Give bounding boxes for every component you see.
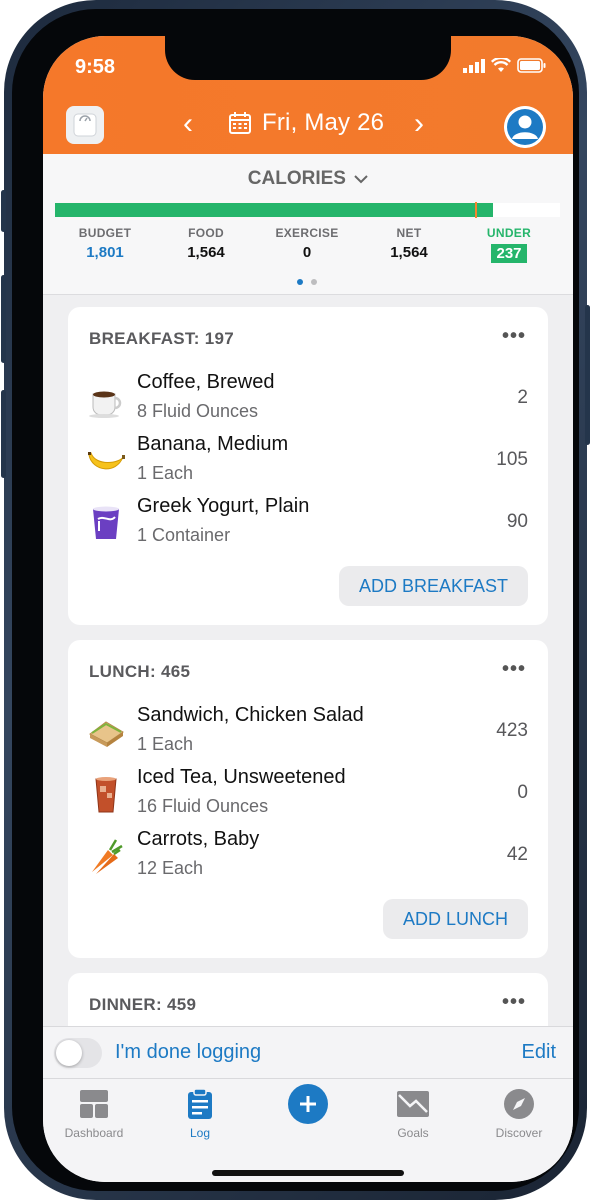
side-button <box>1 190 6 232</box>
wifi-icon <box>491 58 511 72</box>
meal-card-breakfast: BREAKFAST: 197 ••• Coffee, Brewed 8 Flui… <box>68 307 548 625</box>
tab-discover[interactable]: Discover <box>474 1087 564 1140</box>
tab-log[interactable]: Log <box>155 1087 245 1140</box>
carrot-icon <box>92 839 123 874</box>
food-item[interactable]: Greek Yogurt, Plain 1 Container 90 <box>68 495 548 557</box>
chevron-down-icon <box>354 175 368 184</box>
plus-icon <box>300 1096 316 1112</box>
more-options-button[interactable]: ••• <box>502 658 526 681</box>
meal-title: DINNER: 459 <box>89 995 197 1014</box>
food-serving: 12 Each <box>137 858 204 878</box>
more-options-button[interactable]: ••• <box>502 325 526 348</box>
meal-card-lunch: LUNCH: 465 ••• Sandwich, Chicken Salad 1… <box>68 640 548 958</box>
food-item[interactable]: Carrots, Baby 12 Each 42 <box>68 828 548 890</box>
signal-icon <box>463 58 485 73</box>
food-serving: 1 Each <box>137 463 194 483</box>
meal-title: BREAKFAST: 197 <box>89 329 234 348</box>
food-calories: 90 <box>506 511 528 532</box>
more-options-button[interactable]: ••• <box>502 991 526 1014</box>
clipboard-icon <box>188 1088 212 1119</box>
add-breakfast-button[interactable]: ADD BREAKFAST <box>338 566 528 606</box>
next-day-button[interactable]: › <box>414 109 424 139</box>
stat-food: FOOD 1,564 <box>187 226 225 261</box>
status-time: 9:58 <box>75 56 116 78</box>
calendar-icon <box>229 112 251 134</box>
sandwich-icon <box>89 721 124 747</box>
meal-title: LUNCH: 465 <box>89 662 191 681</box>
food-item[interactable]: Coffee, Brewed 8 Fluid Ounces 2 <box>68 371 548 433</box>
calorie-progress-fill <box>55 203 493 217</box>
power-button <box>585 305 590 445</box>
food-item[interactable]: Iced Tea, Unsweetened 16 Fluid Ounces 0 <box>68 766 548 828</box>
food-calories: 423 <box>496 720 528 741</box>
food-calories: 2 <box>517 387 528 408</box>
page-indicator[interactable] <box>297 279 317 285</box>
yogurt-icon <box>93 506 119 539</box>
bezel: 9:58 ‹ Fri, May 26 › CALORIES BUDGET 1,8… <box>12 9 579 1191</box>
food-calories: 42 <box>506 844 528 865</box>
volume-up-button <box>1 275 6 363</box>
goals-icon <box>397 1091 429 1117</box>
battery-icon <box>517 58 546 73</box>
under-badge: 237 <box>491 244 527 263</box>
tab-goals[interactable]: Goals <box>368 1087 458 1140</box>
done-logging-bar: I'm done logging Edit <box>43 1026 573 1079</box>
status-icons <box>463 58 547 73</box>
calories-dropdown[interactable]: CALORIES <box>43 168 573 190</box>
screen: 9:58 ‹ Fri, May 26 › CALORIES BUDGET 1,8… <box>43 36 573 1182</box>
scale-icon[interactable] <box>66 106 104 144</box>
page-dot-1[interactable] <box>297 279 303 285</box>
coffee-icon <box>89 391 122 418</box>
stat-under: UNDER 237 <box>486 226 532 263</box>
profile-avatar[interactable] <box>504 106 546 148</box>
done-logging-toggle[interactable] <box>54 1038 102 1068</box>
food-calories: 105 <box>496 449 528 470</box>
stat-net: NET 1,564 <box>390 226 428 261</box>
prev-day-button[interactable]: ‹ <box>183 109 193 139</box>
volume-down-button <box>1 390 6 478</box>
food-serving: 16 Fluid Ounces <box>137 796 269 816</box>
food-name: Greek Yogurt, Plain <box>137 495 310 517</box>
food-name: Coffee, Brewed <box>137 371 275 393</box>
home-indicator <box>212 1170 404 1176</box>
food-name: Banana, Medium <box>137 433 289 455</box>
phone-frame: 9:58 ‹ Fri, May 26 › CALORIES BUDGET 1,8… <box>1 0 590 1200</box>
food-item[interactable]: Banana, Medium 1 Each 105 <box>68 433 548 495</box>
calorie-progress-bar <box>55 202 560 218</box>
page-dot-2[interactable] <box>311 279 317 285</box>
date-label: Fri, May 26 <box>262 109 385 136</box>
add-lunch-button[interactable]: ADD LUNCH <box>382 899 528 939</box>
food-name: Sandwich, Chicken Salad <box>137 704 364 726</box>
goal-marker <box>475 202 477 218</box>
dashboard-icon <box>80 1090 108 1118</box>
banana-icon <box>88 452 125 470</box>
tab-bar: Dashboard Log Goals Discover <box>43 1078 573 1182</box>
food-serving: 1 Container <box>137 525 231 545</box>
compass-icon <box>504 1089 534 1119</box>
toggle-knob <box>56 1040 82 1066</box>
calorie-summary[interactable]: CALORIES BUDGET 1,801 FOOD 1,564 EXERCIS… <box>43 154 573 295</box>
iced-tea-icon <box>95 777 117 813</box>
done-logging-label[interactable]: I'm done logging <box>115 1041 261 1064</box>
edit-button[interactable]: Edit <box>522 1041 556 1064</box>
food-item[interactable]: Sandwich, Chicken Salad 1 Each 423 <box>68 704 548 766</box>
food-serving: 8 Fluid Ounces <box>137 401 259 421</box>
food-name: Carrots, Baby <box>137 828 260 850</box>
notch <box>165 36 451 80</box>
tab-dashboard[interactable]: Dashboard <box>49 1087 139 1140</box>
stat-exercise: EXERCISE 0 <box>275 226 339 261</box>
food-serving: 1 Each <box>137 734 194 754</box>
stat-budget: BUDGET 1,801 <box>78 226 132 261</box>
add-entry-button[interactable] <box>288 1084 328 1124</box>
calories-title: CALORIES <box>247 168 346 189</box>
food-calories: 0 <box>517 782 528 803</box>
food-name: Iced Tea, Unsweetened <box>137 766 346 788</box>
date-selector[interactable]: Fri, May 26 <box>228 109 384 137</box>
